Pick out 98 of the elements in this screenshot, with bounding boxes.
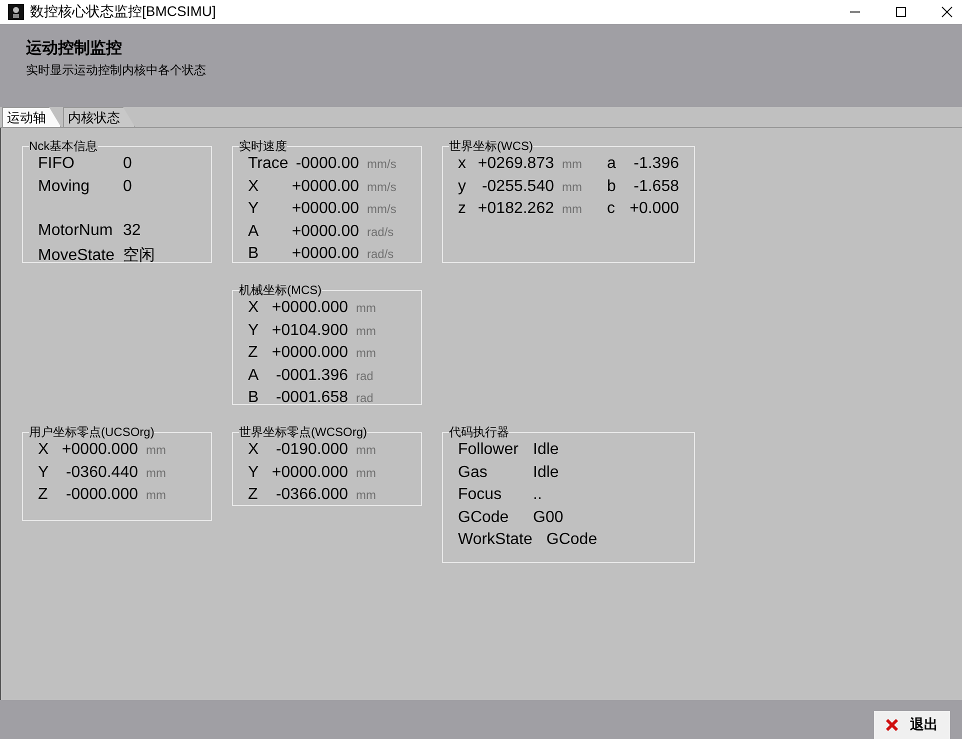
field-label: X xyxy=(248,441,260,459)
field-value: -0000.00 xyxy=(294,155,359,173)
field-value: Idle xyxy=(533,464,559,482)
field-label: Moving xyxy=(38,178,91,196)
field-value: 32 xyxy=(123,222,141,240)
field-value: +0000.000 xyxy=(270,344,348,362)
field-value: -0001.658 xyxy=(274,389,348,407)
field-value: -0366.000 xyxy=(274,486,348,504)
unit-label: mm xyxy=(562,202,583,216)
field-label: Trace xyxy=(248,155,286,173)
field-label: Follower xyxy=(458,441,520,459)
unit-label: mm xyxy=(146,443,166,457)
close-icon xyxy=(886,719,898,731)
field-label: Z xyxy=(248,344,259,362)
unit-label: mm xyxy=(562,157,583,171)
page-subtitle: 实时显示运动控制内核中各个状态 xyxy=(26,62,207,79)
tab[interactable]: 内核状态 xyxy=(63,107,135,127)
group-title: 代码执行器 xyxy=(449,424,509,441)
unit-label: mm/s xyxy=(367,180,396,194)
field-label: Y xyxy=(38,464,50,482)
field-label: Gas xyxy=(458,464,488,482)
field-value: .. xyxy=(533,486,542,504)
field-value: -0360.440 xyxy=(64,464,138,482)
group-title: 用户坐标零点(UCSOrg) xyxy=(29,424,154,441)
field-value: +0000.00 xyxy=(290,178,359,196)
field-label: X xyxy=(248,178,260,196)
window-title: 数控核心状态监控[BMCSIMU] xyxy=(30,3,216,21)
field-value: 0 xyxy=(123,155,132,173)
maximize-icon[interactable] xyxy=(895,6,907,18)
unit-label: mm xyxy=(146,466,166,480)
field-value: +0000.00 xyxy=(290,200,359,218)
unit-label: mm xyxy=(356,346,376,360)
exit-button[interactable]: 退出 xyxy=(874,711,950,739)
unit-label: rad xyxy=(356,391,374,405)
field-label: Y xyxy=(248,200,260,218)
page-title: 运动控制监控 xyxy=(26,38,123,59)
group-title: 实时速度 xyxy=(239,138,287,155)
field-label: y xyxy=(458,178,467,196)
close-icon[interactable] xyxy=(941,6,953,18)
field-value: -1.658 xyxy=(632,178,679,196)
field-label: Y xyxy=(248,464,260,482)
field-label: Y xyxy=(248,322,260,340)
field-value: G00 xyxy=(533,508,564,526)
field-label: Z xyxy=(38,486,49,504)
field-label: WorkState xyxy=(458,531,534,549)
field-label: B xyxy=(248,245,260,263)
unit-label: mm xyxy=(562,180,583,194)
field-label: x xyxy=(458,155,467,173)
field-label: X xyxy=(248,299,260,317)
unit-label: mm xyxy=(356,466,376,480)
unit-label: rad xyxy=(356,368,374,382)
group-title: 机械坐标(MCS) xyxy=(239,282,322,299)
field-label: b xyxy=(607,178,617,196)
field-value: +0182.262 xyxy=(476,200,554,218)
unit-label: mm xyxy=(356,488,376,502)
unit-label: mm/s xyxy=(367,202,396,216)
field-label: FIFO xyxy=(38,155,76,173)
group-title: Nck基本信息 xyxy=(29,138,98,155)
field-value: 空闲 xyxy=(123,246,155,266)
field-value: 0 xyxy=(123,178,132,196)
field-label: X xyxy=(38,441,50,459)
field-value: +0269.873 xyxy=(476,155,554,173)
field-label: A xyxy=(248,366,260,384)
unit-label: rad/s xyxy=(367,224,394,238)
unit-label: rad/s xyxy=(367,247,394,261)
field-label: Z xyxy=(248,486,259,504)
field-value: -1.396 xyxy=(632,155,679,173)
field-value: +0000.00 xyxy=(290,245,359,263)
field-label: c xyxy=(607,200,616,218)
field-label: GCode xyxy=(458,508,510,526)
field-value: +0000.000 xyxy=(270,299,348,317)
group-title: 世界坐标零点(WCSOrg) xyxy=(239,424,367,441)
field-value: +0000.000 xyxy=(270,464,348,482)
field-label: A xyxy=(248,222,260,240)
field-value: GCode xyxy=(546,531,598,549)
unit-label: mm xyxy=(356,443,376,457)
unit-label: mm xyxy=(356,301,376,315)
field-label: MotorNum xyxy=(38,222,114,240)
field-label: Focus xyxy=(458,486,503,504)
field-value: -0255.540 xyxy=(480,178,554,196)
field-label: z xyxy=(458,200,467,218)
field-value: +0000.00 xyxy=(290,222,359,240)
unit-label: mm/s xyxy=(367,157,396,171)
field-value: +0104.900 xyxy=(270,322,348,340)
field-label: a xyxy=(607,155,617,173)
app-icon xyxy=(8,4,24,20)
field-value: -0190.000 xyxy=(274,441,348,459)
unit-label: mm xyxy=(356,324,376,338)
field-value: +0000.000 xyxy=(60,441,138,459)
field-value: +0.000 xyxy=(628,200,679,218)
field-label: MoveState xyxy=(38,246,116,264)
group-title: 世界坐标(WCS) xyxy=(449,138,533,155)
tab[interactable]: 运动轴 xyxy=(2,107,61,127)
unit-label: mm xyxy=(146,488,166,502)
field-value: -0000.000 xyxy=(64,486,138,504)
field-label: B xyxy=(248,389,260,407)
field-value: -0001.396 xyxy=(274,366,348,384)
field-value: Idle xyxy=(533,441,559,459)
